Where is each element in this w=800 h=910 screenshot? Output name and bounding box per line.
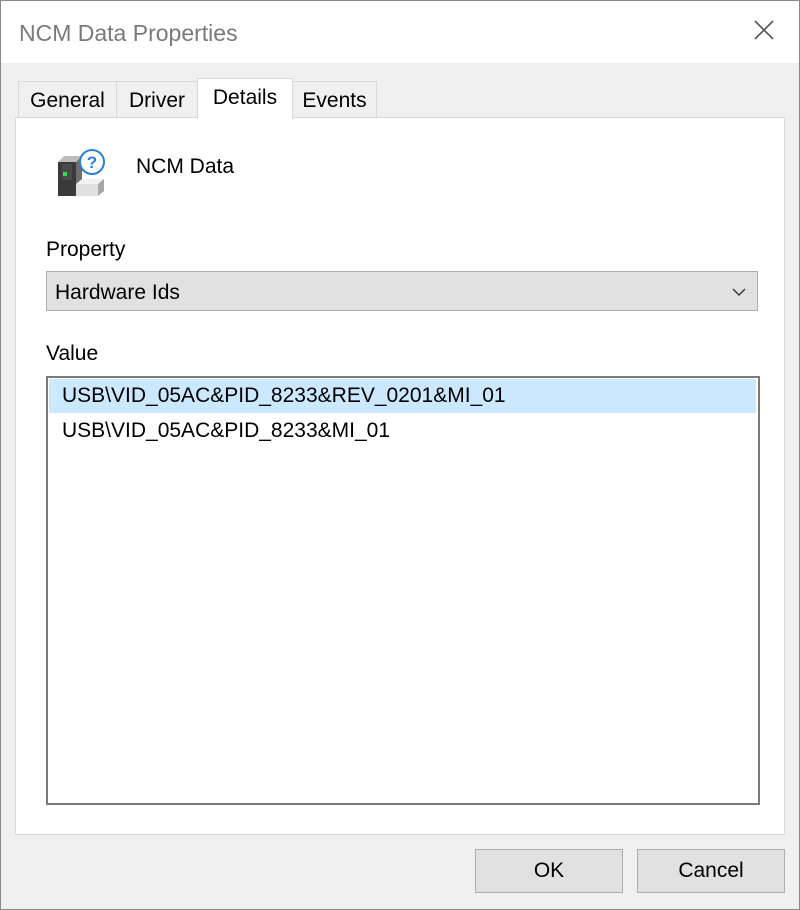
list-item[interactable]: USB\VID_05AC&PID_8233&MI_01 [49, 414, 756, 448]
details-panel: ? NCM Data Property Hardware Ids Value U… [15, 117, 785, 835]
property-label: Property [46, 238, 126, 261]
value-label: Value [46, 342, 99, 365]
tab-details[interactable]: Details [197, 78, 293, 119]
window-title: NCM Data Properties [19, 20, 238, 46]
ok-button[interactable]: OK [475, 849, 623, 893]
tab-events[interactable]: Events [292, 81, 377, 117]
title-bar: NCM Data Properties [1, 1, 799, 63]
unknown-device-icon: ? [52, 146, 110, 204]
value-list[interactable]: USB\VID_05AC&PID_8233&REV_0201&MI_01 USB… [46, 376, 760, 805]
svg-text:?: ? [87, 153, 97, 172]
property-selected-value: Hardware Ids [55, 281, 180, 304]
cancel-button[interactable]: Cancel [637, 849, 785, 893]
close-icon[interactable] [751, 17, 777, 43]
device-name: NCM Data [136, 155, 235, 178]
tab-driver[interactable]: Driver [116, 81, 198, 117]
list-item[interactable]: USB\VID_05AC&PID_8233&REV_0201&MI_01 [49, 379, 756, 413]
tab-general[interactable]: General [18, 81, 117, 117]
chevron-down-icon [731, 284, 747, 300]
property-dropdown[interactable]: Hardware Ids [46, 271, 758, 311]
properties-dialog: NCM Data Properties General Driver Detai… [0, 0, 800, 910]
